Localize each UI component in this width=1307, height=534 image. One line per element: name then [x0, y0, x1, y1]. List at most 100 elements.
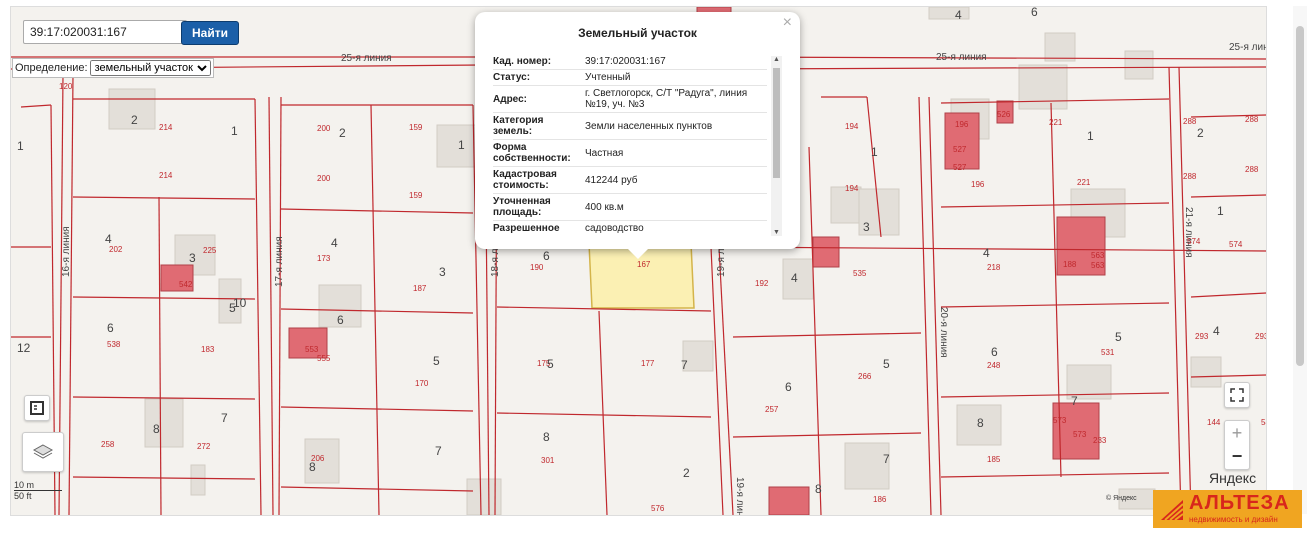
map-label: 563: [1091, 251, 1105, 260]
logo-mark-icon: [1161, 500, 1184, 521]
page-scrollbar[interactable]: [1293, 6, 1307, 514]
map-label: 288: [1183, 117, 1197, 126]
info-key: Кадастровая стоимость:: [493, 169, 557, 191]
parcel-boundary: [1178, 66, 1192, 515]
cadastral-number-input[interactable]: [23, 20, 187, 44]
map-label: 25-я линия: [1229, 42, 1266, 53]
scale-imperial: 50 ft: [14, 491, 32, 501]
map-label: 188: [1063, 260, 1077, 269]
zoom-in-button[interactable]: +: [1232, 421, 1243, 445]
info-value: г. Светлогорск, С/Т "Радуга", линия №19,…: [585, 88, 748, 110]
map-label: 6: [543, 249, 550, 263]
popup-title: Земельный участок: [578, 26, 697, 40]
parcel-boundary: [928, 96, 942, 515]
find-button[interactable]: Найти: [181, 21, 239, 45]
parcel-boundary: [808, 146, 822, 515]
popup-scroll-thumb[interactable]: [773, 68, 780, 178]
scroll-down-icon[interactable]: ▼: [771, 229, 782, 236]
map-label: 225: [203, 246, 217, 255]
fullscreen-button[interactable]: [1224, 382, 1250, 408]
map-label: 555: [317, 354, 331, 363]
building: [782, 258, 814, 300]
map-label: 293: [1195, 332, 1209, 341]
info-key: Адрес:: [493, 93, 527, 105]
map-label: 6: [107, 321, 114, 335]
ruler-button[interactable]: [24, 395, 50, 421]
logo-text: АЛЬТЕЗА: [1189, 492, 1290, 514]
map-label: 1: [1087, 129, 1094, 143]
parcel-boundary: [370, 104, 380, 515]
map-label: 4: [105, 232, 112, 246]
popup-scrollbar[interactable]: ▲ ▼: [771, 56, 782, 236]
map-label: 272: [197, 442, 211, 451]
info-row: Категория земель: Земли населенных пункто…: [493, 113, 767, 140]
map-label: 10: [233, 296, 247, 310]
layers-button[interactable]: [22, 432, 64, 472]
popup-close-button[interactable]: ×: [783, 14, 792, 32]
scrollbar-thumb[interactable]: [1296, 26, 1304, 366]
map-label: 527: [953, 163, 967, 172]
map-copyright[interactable]: © Яндекс: [1106, 495, 1137, 502]
definition-select[interactable]: земельный участок: [89, 60, 211, 76]
map-label: 1: [1217, 204, 1224, 218]
scroll-up-icon[interactable]: ▲: [771, 56, 782, 63]
map-label: 5: [433, 354, 440, 368]
info-value: Учтенный: [585, 72, 631, 83]
yandex-logo[interactable]: Яндекс: [1209, 470, 1256, 486]
map-label: 574: [1229, 240, 1243, 249]
info-row: Кад. номер: 39:17:020031:167: [493, 54, 767, 70]
map-label: 288: [1245, 115, 1259, 124]
map-label: 6: [785, 380, 792, 394]
parcel-boundary: [718, 56, 1266, 60]
map-label: 202: [109, 245, 123, 254]
map-label: 8: [977, 416, 984, 430]
map-label: 542: [179, 280, 193, 289]
map-label: 531: [1101, 348, 1115, 357]
parcel-boundary: [940, 472, 1170, 478]
map-label: 257: [765, 405, 779, 414]
map-label: 258: [101, 440, 115, 449]
parcel-boundary: [718, 66, 1266, 70]
map-label: 8: [309, 460, 316, 474]
info-key: Уточненная площадь:: [493, 196, 551, 218]
building: [1190, 356, 1222, 388]
map-label: 553: [305, 345, 319, 354]
map-label: 1: [871, 145, 878, 159]
info-key: Статус:: [493, 72, 531, 83]
info-value: садоводство: [585, 223, 644, 234]
map-label: 3: [439, 265, 446, 279]
map-label: 186: [873, 495, 887, 504]
parcel-boundary: [254, 98, 262, 515]
info-value: 39:17:020031:167: [585, 56, 666, 67]
parcel-boundary: [496, 412, 712, 418]
map-label: 8: [815, 482, 822, 496]
map-label: 25-я линия: [341, 53, 392, 64]
map-label: 7: [681, 358, 688, 372]
map-label: 266: [858, 372, 872, 381]
map-label: 144: [1207, 418, 1221, 427]
parcel-boundary: [1190, 194, 1266, 198]
building: [1044, 32, 1076, 62]
zoom-out-button[interactable]: −: [1232, 445, 1243, 469]
map-label: 221: [1049, 118, 1063, 127]
info-value: Земли населенных пунктов: [585, 120, 713, 132]
parcel-boundary: [732, 332, 922, 338]
zoom-control: + −: [1224, 420, 1250, 470]
map-label: 173: [317, 254, 331, 263]
map-label: 574: [1187, 237, 1201, 246]
parcel-popup: Земельный участок × Кад. номер: 39:17:020…: [475, 12, 800, 259]
map-label: 25-я линия: [936, 52, 987, 63]
building: [144, 398, 184, 448]
map-label: 19-я линия: [734, 477, 745, 515]
parcel-boundary: [72, 476, 256, 480]
layers-icon: [32, 444, 54, 459]
map-label: 200: [317, 174, 331, 183]
info-key: Категория земель:: [493, 115, 544, 137]
map-label: 573: [1073, 430, 1087, 439]
map-label: 248: [987, 361, 1001, 370]
map-label: 159: [409, 191, 423, 200]
map-label: 3: [863, 220, 870, 234]
altesa-logo[interactable]: АЛЬТЕЗА недвижимость и дизайн: [1153, 490, 1302, 528]
map-scale: 10 m 50 ft: [14, 480, 89, 501]
parcel-boundary: [732, 432, 922, 438]
